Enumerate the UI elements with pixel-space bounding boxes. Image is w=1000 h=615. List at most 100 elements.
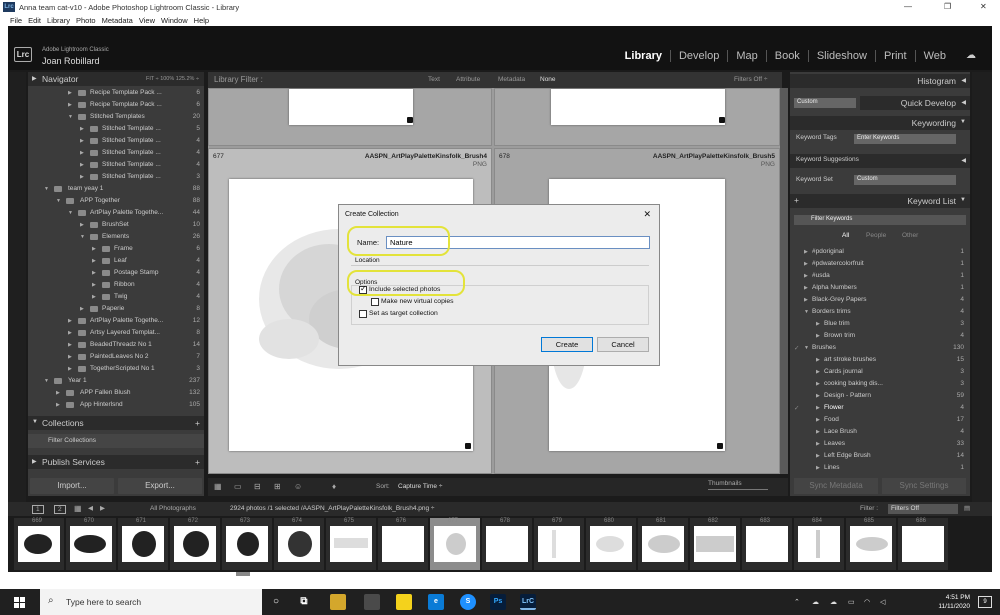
keyword-item[interactable]: ▶ cooking baking dis... 3 (790, 378, 970, 390)
cloud-icon[interactable]: ☁ (966, 50, 976, 61)
app-icon[interactable] (364, 594, 380, 610)
tree-row[interactable]: ▶ BeadedThreadz No 1 14 (28, 339, 204, 351)
survey-view-icon[interactable]: ⊞ (274, 482, 281, 491)
grid-icon[interactable]: ▦ (74, 504, 82, 513)
painter-icon[interactable]: ♦ (332, 482, 336, 491)
filter-none[interactable]: None (540, 76, 556, 83)
keyword-item[interactable]: ✓ ▶ Flower 4 (790, 402, 970, 414)
menu-edit[interactable]: Edit (28, 16, 41, 26)
tree-row[interactable]: ▶ ArtPlay Palette Togethe... 12 (28, 315, 204, 327)
cortana-icon[interactable]: ○ (268, 594, 284, 610)
menu-help[interactable]: Help (194, 16, 209, 26)
filmstrip-source[interactable]: All Photographs (150, 505, 196, 512)
sync-settings-button[interactable]: Sync Settings (882, 478, 966, 494)
keyword-item[interactable]: ▶ #pdoriginal 1 (790, 246, 970, 258)
minimize-button[interactable]: — (904, 2, 912, 11)
menu-metadata[interactable]: Metadata (102, 16, 133, 26)
kw-tab-people[interactable]: People (866, 232, 886, 239)
filter-keywords-input[interactable]: Filter Keywords (794, 215, 966, 225)
keyword-item[interactable]: ▶ Lace Brush 4 (790, 426, 970, 438)
filmstrip-thumb[interactable]: 669 (14, 518, 64, 570)
histogram-header[interactable]: Histogram ◀ (790, 74, 970, 88)
filter-attribute[interactable]: Attribute (456, 76, 480, 83)
filmstrip-thumb[interactable]: 683 (742, 518, 792, 570)
keyword-item[interactable]: ▶ Brown trim 4 (790, 330, 970, 342)
forward-arrow-icon[interactable]: ▶ (100, 504, 105, 512)
taskbar-clock[interactable]: 4:51 PM 11/11/2020 (938, 593, 970, 611)
file-explorer-icon[interactable] (330, 594, 346, 610)
filmstrip-thumb[interactable]: 674 (274, 518, 324, 570)
cancel-button[interactable]: Cancel (597, 337, 649, 352)
module-web[interactable]: Web (914, 50, 954, 62)
kw-tab-other[interactable]: Other (902, 232, 918, 239)
kw-tab-all[interactable]: All (842, 232, 849, 239)
thumbnail-size-slider[interactable] (708, 489, 768, 490)
filmstrip-thumb[interactable]: 672 (170, 518, 220, 570)
quick-develop-header[interactable]: Quick Develop ◀ (860, 96, 970, 110)
keywording-header[interactable]: Keywording ▼ (790, 116, 970, 130)
menu-window[interactable]: Window (161, 16, 188, 26)
keyword-item[interactable]: ▶ Leaves 33 (790, 438, 970, 450)
filmstrip-thumb[interactable]: 680 (586, 518, 636, 570)
keyword-item[interactable]: ▶ Left Edge Brush 14 (790, 450, 970, 462)
tree-row[interactable]: ▶ APP Fallen Blush 132 (28, 387, 204, 399)
task-view-icon[interactable]: ⧉ (296, 594, 312, 610)
export-button[interactable]: Export... (118, 478, 202, 494)
tree-row[interactable]: ▶ Recipe Template Pack ... 6 (28, 99, 204, 111)
keyword-item[interactable]: ▶ Blue trim 3 (790, 318, 970, 330)
tree-row[interactable]: ▼ team yeay 1 88 (28, 183, 204, 195)
keyword-item[interactable]: ▶ Black-Grey Papers 4 (790, 294, 970, 306)
photoshop-icon[interactable]: Ps (490, 594, 506, 610)
keyword-item[interactable]: ▶ art stroke brushes 15 (790, 354, 970, 366)
sort-select[interactable]: Capture Time ÷ (398, 483, 442, 490)
maximize-button[interactable]: ❐ (944, 2, 951, 11)
tree-row[interactable]: ▶ PaintedLeaves No 27 (28, 351, 204, 363)
add-publish-icon[interactable]: + (195, 457, 200, 467)
navigator-header[interactable]: ▶ Navigator FIT ÷ 100% 125.2% ÷ (28, 72, 204, 86)
tree-row[interactable]: ▼ ArtPlay Palette Togethe... 44 (28, 207, 204, 219)
filmstrip-thumb[interactable]: 682 (690, 518, 740, 570)
page-2-button[interactable]: 2 (54, 505, 66, 514)
taskbar-search[interactable]: ⌕ Type here to search (40, 589, 262, 615)
module-book[interactable]: Book (765, 50, 808, 62)
keyword-item[interactable]: ▶ Food 17 (790, 414, 970, 426)
filter-metadata[interactable]: Metadata (498, 76, 525, 83)
grid-scrollbar[interactable] (780, 88, 788, 474)
keyword-list-header[interactable]: Keyword List ▼ + (790, 194, 970, 208)
back-arrow-icon[interactable]: ◀ (88, 504, 93, 512)
close-window-button[interactable]: ✕ (980, 2, 987, 11)
module-print[interactable]: Print (874, 50, 915, 62)
right-panel-edge[interactable] (972, 72, 992, 502)
tree-row[interactable]: ▼ Elements 26 (28, 231, 204, 243)
skype-icon[interactable]: S (460, 594, 476, 610)
tree-row[interactable]: ▼ Stitched Templates 20 (28, 111, 204, 123)
tree-row[interactable]: ▶ Stitched Template ... 4 (28, 135, 204, 147)
import-button[interactable]: Import... (30, 478, 114, 494)
filmstrip-status[interactable]: 2924 photos /1 selected /AASPN_ArtPlayPa… (230, 505, 434, 512)
edge-icon[interactable]: e (428, 594, 444, 610)
keyword-suggestions-header[interactable]: Keyword Suggestions ◀ (790, 154, 970, 168)
grid-cell-prev[interactable] (208, 88, 492, 146)
saved-preset-select[interactable]: Custom (794, 98, 856, 108)
publish-services-header[interactable]: ▶ Publish Services + (28, 455, 204, 469)
grid-cell-prev[interactable] (494, 88, 780, 146)
navigator-zoom[interactable]: FIT ÷ 100% 125.2% ÷ (146, 76, 199, 82)
people-view-icon[interactable]: ☺ (294, 482, 302, 491)
filmstrip-thumb[interactable]: 673 (222, 518, 272, 570)
menu-file[interactable]: File (10, 16, 22, 26)
filter-text[interactable]: Text (428, 76, 440, 83)
tree-row[interactable]: ▶ Stitched Template ... 4 (28, 159, 204, 171)
windows-start-icon[interactable] (14, 597, 26, 609)
module-library[interactable]: Library (617, 50, 670, 62)
tree-row[interactable]: ▶ Stitched Template ... 5 (28, 123, 204, 135)
grid-view-icon[interactable]: ▦ (214, 482, 222, 491)
filmstrip-scroll-thumb[interactable] (236, 572, 250, 576)
tree-row[interactable]: ▶ Ribbon 4 (28, 279, 204, 291)
tree-row[interactable]: ▶ Stitched Template ... 4 (28, 147, 204, 159)
filmstrip-thumb[interactable]: 684 (794, 518, 844, 570)
tree-row[interactable]: ▶ Postage Stamp 4 (28, 267, 204, 279)
filmstrip-thumb[interactable]: 675 (326, 518, 376, 570)
filmstrip-thumb[interactable]: 670 (66, 518, 116, 570)
set-target-checkbox[interactable] (359, 310, 367, 318)
menu-photo[interactable]: Photo (76, 16, 96, 26)
